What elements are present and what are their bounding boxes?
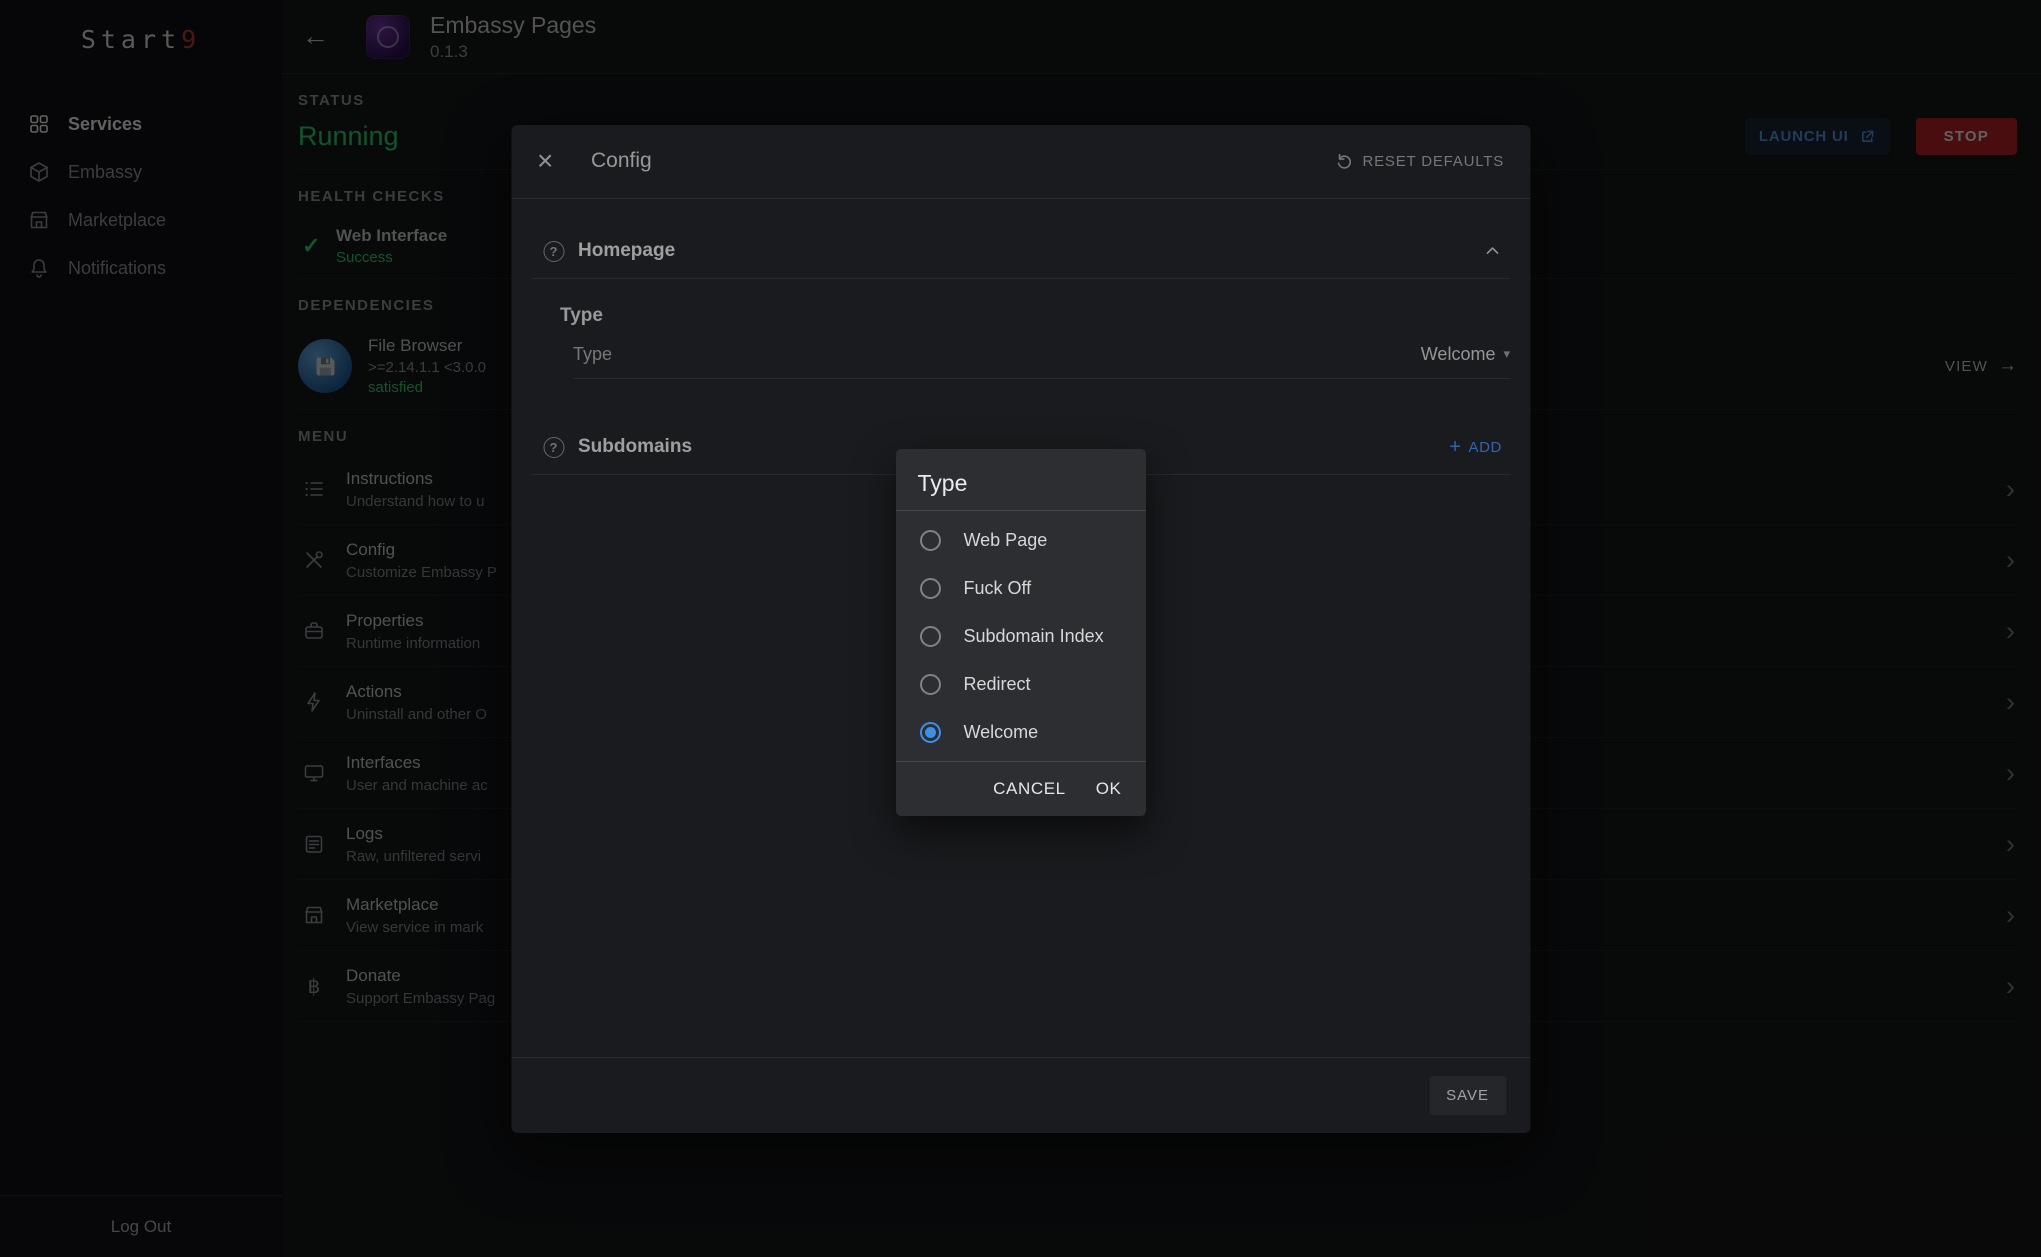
type-dialog: Type Web Page Fuck Off Subdomain Index R… <box>896 449 1146 816</box>
radio-option-redirect[interactable]: Redirect <box>896 660 1146 708</box>
radio-icon <box>920 626 941 647</box>
type-radio-group: Web Page Fuck Off Subdomain Index Redire… <box>896 511 1146 761</box>
screen: Start9 Services Embassy Marketplace <box>0 0 2041 1257</box>
type-dialog-title: Type <box>918 470 1124 497</box>
radio-option-fuck-off[interactable]: Fuck Off <box>896 564 1146 612</box>
radio-option-label: Web Page <box>964 530 1048 551</box>
ok-button[interactable]: OK <box>1096 779 1122 799</box>
cancel-button[interactable]: CANCEL <box>993 779 1066 799</box>
radio-icon <box>920 530 941 551</box>
radio-icon <box>920 578 941 599</box>
radio-icon <box>920 722 941 743</box>
type-dialog-footer: CANCEL OK <box>896 761 1146 816</box>
radio-option-label: Fuck Off <box>964 578 1032 599</box>
radio-option-welcome[interactable]: Welcome <box>896 708 1146 756</box>
radio-option-label: Welcome <box>964 722 1039 743</box>
radio-icon <box>920 674 941 695</box>
radio-option-subdomain-index[interactable]: Subdomain Index <box>896 612 1146 660</box>
radio-option-label: Redirect <box>964 674 1031 695</box>
radio-option-web-page[interactable]: Web Page <box>896 516 1146 564</box>
radio-option-label: Subdomain Index <box>964 626 1104 647</box>
type-dialog-header: Type <box>896 449 1146 511</box>
